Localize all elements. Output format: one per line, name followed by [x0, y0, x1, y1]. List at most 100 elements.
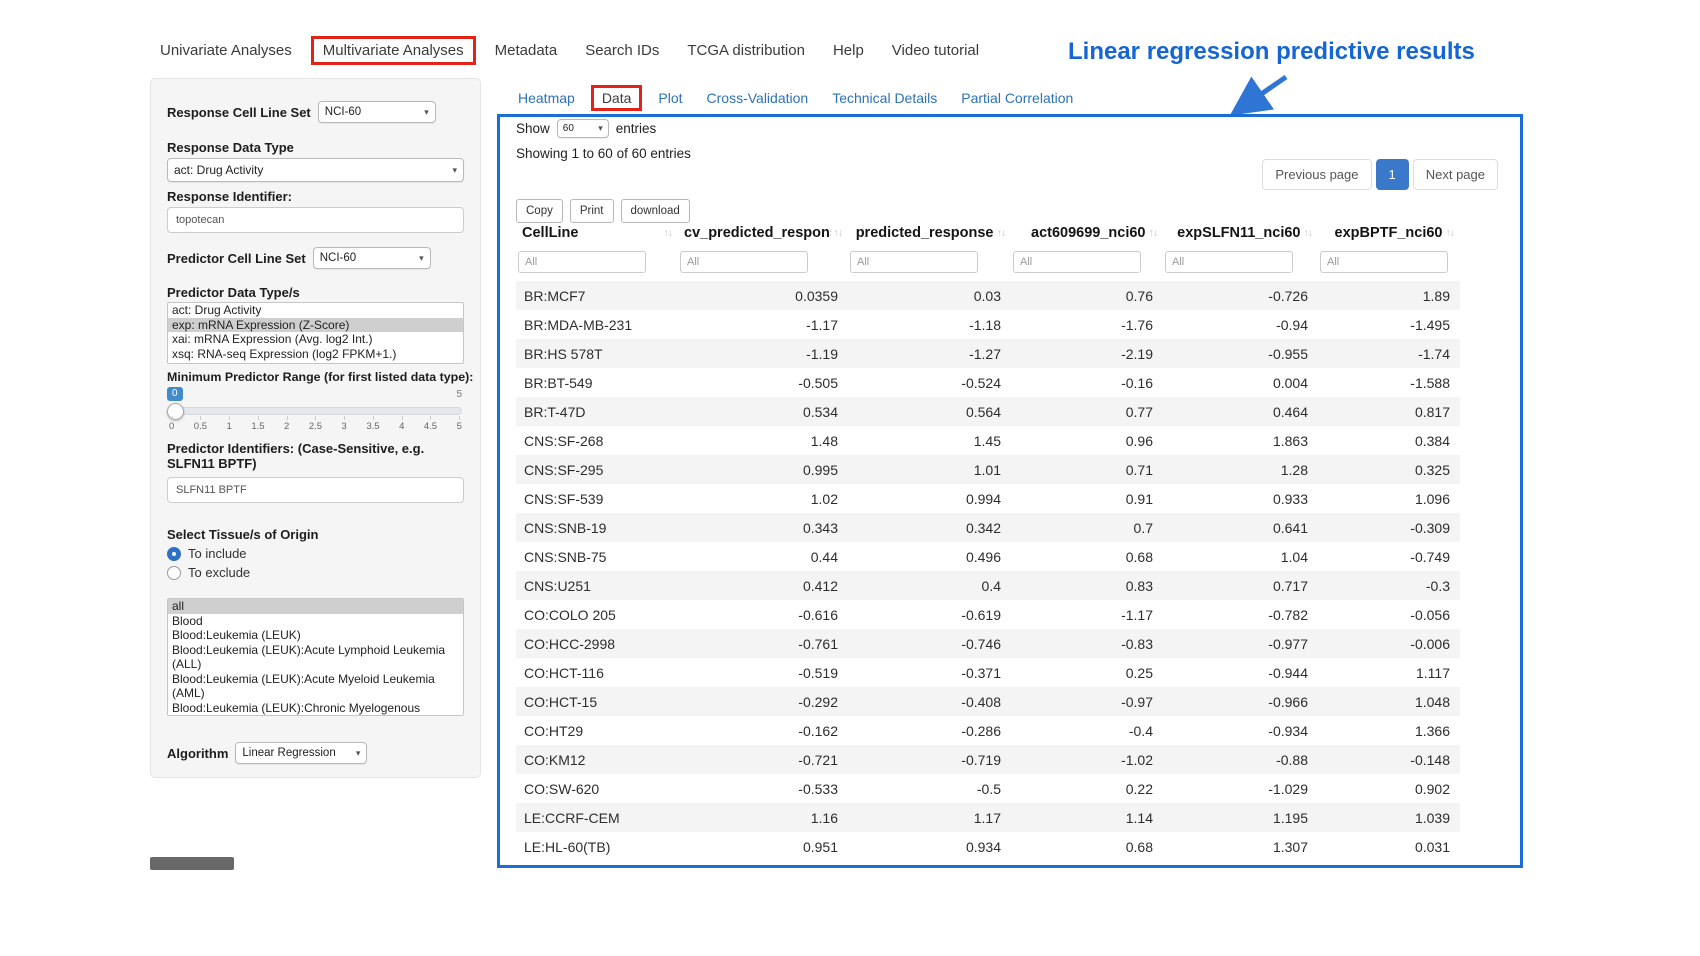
cell-value: -0.944: [1163, 658, 1318, 687]
tab-heatmap[interactable]: Heatmap: [506, 84, 587, 112]
predictor-type-option-xsq-rna-seq-expression-log2-fpkm-1[interactable]: xsq: RNA-seq Expression (log2 FPKM+1.): [168, 347, 463, 362]
column-header-predicted-response[interactable]: predicted_response↑↓: [848, 217, 1011, 249]
predictor-type-option-xai-mrna-expression-avg-log2-int[interactable]: xai: mRNA Expression (Avg. log2 Int.): [168, 332, 463, 347]
cell-line-name: LE:CCRF-CEM: [516, 803, 678, 832]
minimum-predictor-range-slider[interactable]: 0 5 00.511.522.533.544.55: [167, 387, 464, 435]
cell-value: 1.89: [1318, 281, 1460, 310]
slider-track[interactable]: [169, 407, 462, 415]
cell-line-name: BR:MDA-MB-231: [516, 310, 678, 339]
nav-item-tcga-distribution[interactable]: TCGA distribution: [673, 36, 819, 65]
filter-input-act609699-nci60[interactable]: [1013, 251, 1141, 273]
column-header-inner: predicted_response↑↓: [854, 225, 1005, 241]
predictor-type-option-act-drug-activity[interactable]: act: Drug Activity: [168, 303, 463, 318]
cell-value: -0.94: [1163, 310, 1318, 339]
browser-status-fragment: [150, 857, 234, 870]
cell-value: -0.3: [1318, 571, 1460, 600]
nav-item-metadata[interactable]: Metadata: [481, 36, 572, 65]
tissue-option-blood-leukemia-leuk-acute-lymphoid-leukemia-all[interactable]: Blood:Leukemia (LEUK):Acute Lymphoid Leu…: [168, 643, 463, 672]
predictor-data-type-label: Predictor Data Type/s: [167, 285, 464, 300]
table-row: BR:BT-549-0.505-0.524-0.160.004-1.588: [516, 368, 1460, 397]
algorithm-value: Linear Regression: [242, 747, 335, 759]
page-1-button[interactable]: 1: [1376, 159, 1409, 190]
cell-value: -0.408: [848, 687, 1011, 716]
filter-input-cv-predicted-response[interactable]: [680, 251, 808, 273]
cell-line-name: CNS:U251: [516, 571, 678, 600]
radio-to-exclude[interactable]: To exclude: [167, 565, 464, 580]
filter-input-expslfn11-nci60[interactable]: [1165, 251, 1293, 273]
cell-value: -2.19: [1011, 339, 1163, 368]
slider-tick-3: 3: [342, 421, 347, 432]
cell-value: -0.505: [678, 368, 848, 397]
cell-value: -1.588: [1318, 368, 1460, 397]
cell-value: 0.641: [1163, 513, 1318, 542]
filter-input-predicted-response[interactable]: [850, 251, 978, 273]
tissue-listbox[interactable]: allBloodBlood:Leukemia (LEUK)Blood:Leuke…: [167, 598, 464, 716]
table-row: CO:HCC-2998-0.761-0.746-0.83-0.977-0.006: [516, 629, 1460, 658]
column-header-expslfn11-nci60[interactable]: expSLFN11_nci60↑↓: [1163, 217, 1318, 249]
nav-item-help[interactable]: Help: [819, 36, 878, 65]
filter-cell-act609699-nci60: [1011, 249, 1163, 281]
cell-value: -1.495: [1318, 310, 1460, 339]
nav-item-video-tutorial[interactable]: Video tutorial: [878, 36, 993, 65]
cell-value: 1.117: [1318, 658, 1460, 687]
show-entries-select[interactable]: 60 ▾: [557, 119, 609, 138]
cell-value: 0.994: [848, 484, 1011, 513]
slider-handle[interactable]: [167, 403, 184, 420]
minimum-predictor-range-label: Minimum Predictor Range (for first liste…: [167, 370, 464, 385]
table-body: BR:MCF70.03590.030.76-0.7261.89BR:MDA-MB…: [516, 281, 1460, 861]
previous-page-button[interactable]: Previous page: [1262, 159, 1371, 190]
tissue-option-blood-leukemia-leuk-acute-myeloid-leukemia-aml[interactable]: Blood:Leukemia (LEUK):Acute Myeloid Leuk…: [168, 672, 463, 701]
tissue-option-blood[interactable]: Blood: [168, 614, 463, 629]
column-header-inner: expSLFN11_nci60↑↓: [1169, 225, 1312, 241]
response-identifier-input[interactable]: [167, 207, 464, 233]
cell-value: 0.934: [848, 832, 1011, 861]
predictor-identifiers-input[interactable]: [167, 477, 464, 503]
next-page-button[interactable]: Next page: [1413, 159, 1498, 190]
tab-cross-validation[interactable]: Cross-Validation: [695, 84, 821, 112]
nav-item-univariate-analyses[interactable]: Univariate Analyses: [160, 36, 306, 65]
tab-plot[interactable]: Plot: [646, 84, 694, 112]
filter-input-cellline[interactable]: [518, 251, 646, 273]
predictor-cell-line-set-select[interactable]: NCI-60 ▾: [313, 247, 431, 269]
response-data-type-select[interactable]: act: Drug Activity ▾: [167, 158, 464, 182]
nav-item-search-ids[interactable]: Search IDs: [571, 36, 673, 65]
predictor-type-option-exp-mrna-expression-z-score[interactable]: exp: mRNA Expression (Z-Score): [168, 318, 463, 333]
tab-data[interactable]: Data: [591, 85, 643, 111]
cell-value: -0.292: [678, 687, 848, 716]
slider-tick-0: 0: [169, 421, 174, 432]
tab-partial-correlation[interactable]: Partial Correlation: [949, 84, 1085, 112]
cell-value: 0.0359: [678, 281, 848, 310]
tissue-option-blood-leukemia-leuk[interactable]: Blood:Leukemia (LEUK): [168, 628, 463, 643]
slider-tick-4: 4: [399, 421, 404, 432]
table-row: BR:T-47D0.5340.5640.770.4640.817: [516, 397, 1460, 426]
cell-value: 1.096: [1318, 484, 1460, 513]
cell-value: 1.48: [678, 426, 848, 455]
slider-tick-4-5: 4.5: [424, 421, 437, 432]
column-header-cellline[interactable]: CellLine↑↓: [516, 217, 678, 249]
column-header-cv-predicted-response[interactable]: cv_predicted_response↑↓: [678, 217, 848, 249]
tissue-option-blood-leukemia-leuk-chronic-myelogenous-leukemia-cml[interactable]: Blood:Leukemia (LEUK):Chronic Myelogenou…: [168, 701, 463, 717]
nav-item-multivariate-analyses[interactable]: Multivariate Analyses: [311, 36, 476, 65]
response-cell-line-set-label: Response Cell Line Set: [167, 105, 311, 120]
response-data-type-label: Response Data Type: [167, 140, 464, 155]
predictor-cell-line-set-label: Predictor Cell Line Set: [167, 251, 306, 266]
response-cell-line-set-select[interactable]: NCI-60 ▾: [318, 101, 436, 123]
cell-value: 1.04: [1163, 542, 1318, 571]
slider-tick-labels: 00.511.522.533.544.55: [169, 421, 462, 432]
cell-value: 1.28: [1163, 455, 1318, 484]
tissue-option-all[interactable]: all: [168, 599, 463, 614]
tab-technical-details[interactable]: Technical Details: [820, 84, 949, 112]
column-header-expbptf-nci60[interactable]: expBPTF_nci60↑↓: [1318, 217, 1460, 249]
cell-value: 0.933: [1163, 484, 1318, 513]
column-header-act609699-nci60[interactable]: act609699_nci60↑↓: [1011, 217, 1163, 249]
algorithm-select[interactable]: Linear Regression ▾: [235, 742, 367, 764]
annotation-arrow-icon: [1222, 72, 1294, 120]
cell-value: -0.519: [678, 658, 848, 687]
table-row: CNS:SF-5391.020.9940.910.9331.096: [516, 484, 1460, 513]
radio-to-include[interactable]: To include: [167, 546, 464, 561]
filter-input-expbptf-nci60[interactable]: [1320, 251, 1448, 273]
cell-value: -0.4: [1011, 716, 1163, 745]
table-row: CNS:U2510.4120.40.830.717-0.3: [516, 571, 1460, 600]
cell-value: -1.029: [1163, 774, 1318, 803]
predictor-data-type-listbox[interactable]: act: Drug Activityexp: mRNA Expression (…: [167, 302, 464, 364]
